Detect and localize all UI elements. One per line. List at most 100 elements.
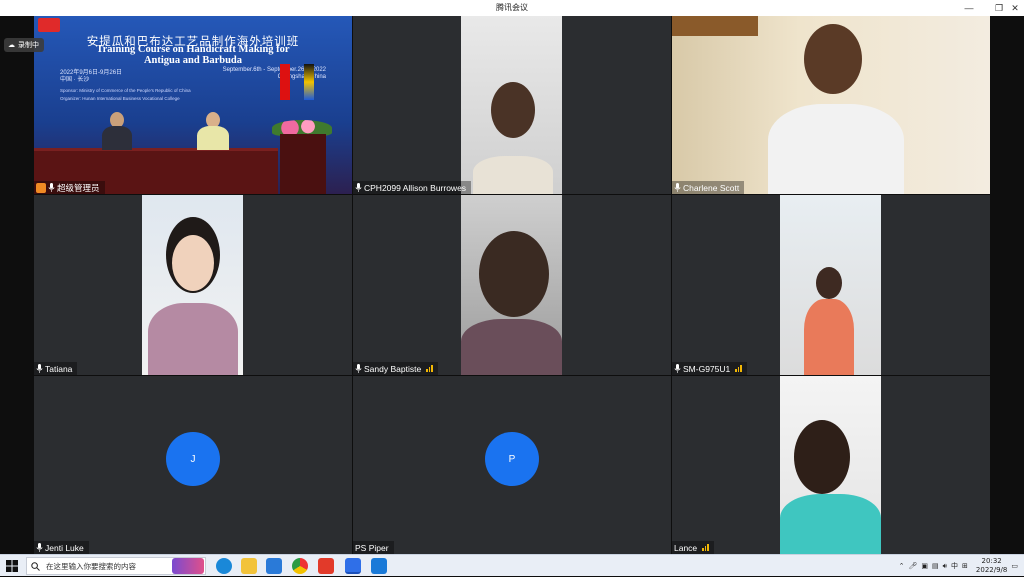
video-tile[interactable]: Charlene Scott (672, 16, 990, 194)
video-tile[interactable]: CPH2099 Allison Burrowes (353, 16, 671, 194)
network-signal-icon (426, 365, 433, 372)
participant-name-bar: Tatiana (34, 362, 78, 375)
participant-name: 超级管理员 (57, 182, 100, 193)
banner-location-cn: 中国 · 长沙 (60, 77, 90, 83)
search-icon (31, 561, 40, 571)
participant-name: Jenti Luke (45, 542, 84, 553)
person (804, 299, 854, 375)
participant-name-bar: Lance (672, 541, 714, 554)
restore-button[interactable]: ❐ (992, 1, 1006, 15)
person (491, 82, 535, 138)
participant-video (780, 195, 881, 375)
person (794, 420, 850, 494)
windows-taskbar: 在这里输入你要搜索的内容 ⌃ 🎤︎ ▣ ▤ 🔊︎ 中 ⊞ 20:32 2022/… (0, 554, 1024, 576)
mic-icon (36, 364, 43, 373)
chevron-up-icon[interactable]: ⌃ (899, 562, 905, 570)
person (197, 126, 229, 150)
media-player-icon[interactable] (371, 558, 387, 574)
search-placeholder: 在这里输入你要搜索的内容 (46, 561, 136, 571)
tencent-meeting-icon[interactable] (345, 558, 361, 574)
participant-name-bar: 超级管理员 (34, 181, 105, 194)
participant-video (672, 16, 990, 194)
antigua-flag (304, 64, 314, 100)
title-bar: 腾讯会议 — ❐ ✕ (0, 0, 1024, 16)
video-tile[interactable]: Sandy Baptiste (353, 195, 671, 375)
mail-icon[interactable] (266, 558, 282, 574)
network-tray-icon[interactable]: ▤ (932, 562, 939, 570)
mic-icon (36, 543, 43, 552)
participant-video (780, 376, 881, 554)
chrome-icon[interactable] (292, 558, 308, 574)
participant-name: Lance (674, 542, 698, 553)
notification-icon[interactable]: ▭ (1011, 562, 1018, 570)
participant-name-bar: Sandy Baptiste (353, 362, 438, 375)
person (780, 494, 881, 554)
ime-indicator[interactable]: 中 (951, 561, 958, 571)
participant-name: SM-G975U1 (683, 363, 731, 374)
ime-mode-icon[interactable]: ⊞ (962, 562, 968, 570)
person (102, 126, 132, 150)
recording-indicator[interactable]: ☁ 录制中 (4, 38, 44, 52)
person (172, 235, 214, 291)
podium (280, 134, 326, 194)
video-tile[interactable]: Lance (672, 376, 990, 554)
mic-icon (355, 183, 362, 192)
taskbar-clock[interactable]: 20:32 2022/9/8 (976, 557, 1007, 575)
participant-name-bar: PS Piper (353, 541, 394, 554)
video-tile-host[interactable]: 安提瓜和巴布达工艺品制作海外培训班 Training Course on Han… (34, 16, 352, 194)
window-title: 腾讯会议 (496, 3, 528, 12)
person (148, 303, 238, 375)
mic-icon (355, 364, 362, 373)
wps-icon[interactable] (318, 558, 334, 574)
avatar: P (485, 432, 539, 486)
person (473, 156, 553, 194)
participant-name: Tatiana (45, 363, 73, 374)
video-grid: ☁ 录制中 安提瓜和巴布达工艺品制作海外培训班 Training Course … (0, 16, 1024, 554)
participant-name: CPH2099 Allison Burrowes (364, 182, 467, 193)
mic-icon (48, 183, 55, 192)
person (816, 267, 842, 299)
participant-name-bar: Charlene Scott (672, 181, 745, 194)
participant-name-bar: SM-G975U1 (672, 362, 747, 375)
participant-video (461, 16, 562, 194)
microphone-tray-icon[interactable]: 🎤︎ (908, 562, 917, 570)
banner-title-en-1: Training Course on Handicraft Making for (96, 44, 290, 55)
network-signal-icon (735, 365, 742, 372)
recording-label: 录制中 (18, 42, 39, 49)
participant-name: PS Piper (355, 542, 389, 553)
participant-name-bar: CPH2099 Allison Burrowes (353, 181, 472, 194)
person (804, 24, 862, 94)
network-signal-icon (702, 544, 709, 551)
file-explorer-icon[interactable] (241, 558, 257, 574)
training-banner: 安提瓜和巴布达工艺品制作海外培训班 Training Course on Han… (34, 16, 352, 194)
video-tile[interactable]: Tatiana (34, 195, 352, 375)
close-button[interactable]: ✕ (1008, 1, 1022, 15)
host-icon (36, 182, 46, 193)
participant-name: Sandy Baptiste (364, 363, 422, 374)
cloud-icon: ☁ (8, 42, 15, 49)
banner-organizer: Organizer: Hunan International Business … (60, 96, 180, 101)
china-flag (280, 64, 290, 100)
edge-icon[interactable] (216, 558, 232, 574)
participant-name: Charlene Scott (683, 182, 740, 193)
participant-name-bar: Jenti Luke (34, 541, 89, 554)
camera-tray-icon[interactable]: ▣ (921, 562, 928, 570)
avatar: J (166, 432, 220, 486)
volume-tray-icon[interactable]: 🔊︎ (943, 562, 947, 571)
minimize-button[interactable]: — (962, 1, 976, 15)
video-tile[interactable]: J Jenti Luke (34, 376, 352, 554)
participant-video (461, 195, 562, 375)
person (768, 104, 904, 194)
mic-icon (674, 183, 681, 192)
windows-start-icon[interactable] (6, 560, 18, 572)
video-tile[interactable]: P PS Piper (353, 376, 671, 554)
china-mobile-logo (38, 18, 60, 32)
person (479, 231, 549, 317)
wall-picture (672, 16, 758, 36)
banner-sponsor: Sponsor: Ministry of Commerce of the Peo… (60, 88, 191, 93)
search-highlight-icon[interactable] (172, 558, 204, 574)
person (461, 319, 562, 375)
system-tray: ⌃ 🎤︎ ▣ ▤ 🔊︎ 中 ⊞ 20:32 2022/9/8 ▭ (899, 555, 1024, 577)
mic-icon (674, 364, 681, 373)
video-tile[interactable]: SM-G975U1 (672, 195, 990, 375)
